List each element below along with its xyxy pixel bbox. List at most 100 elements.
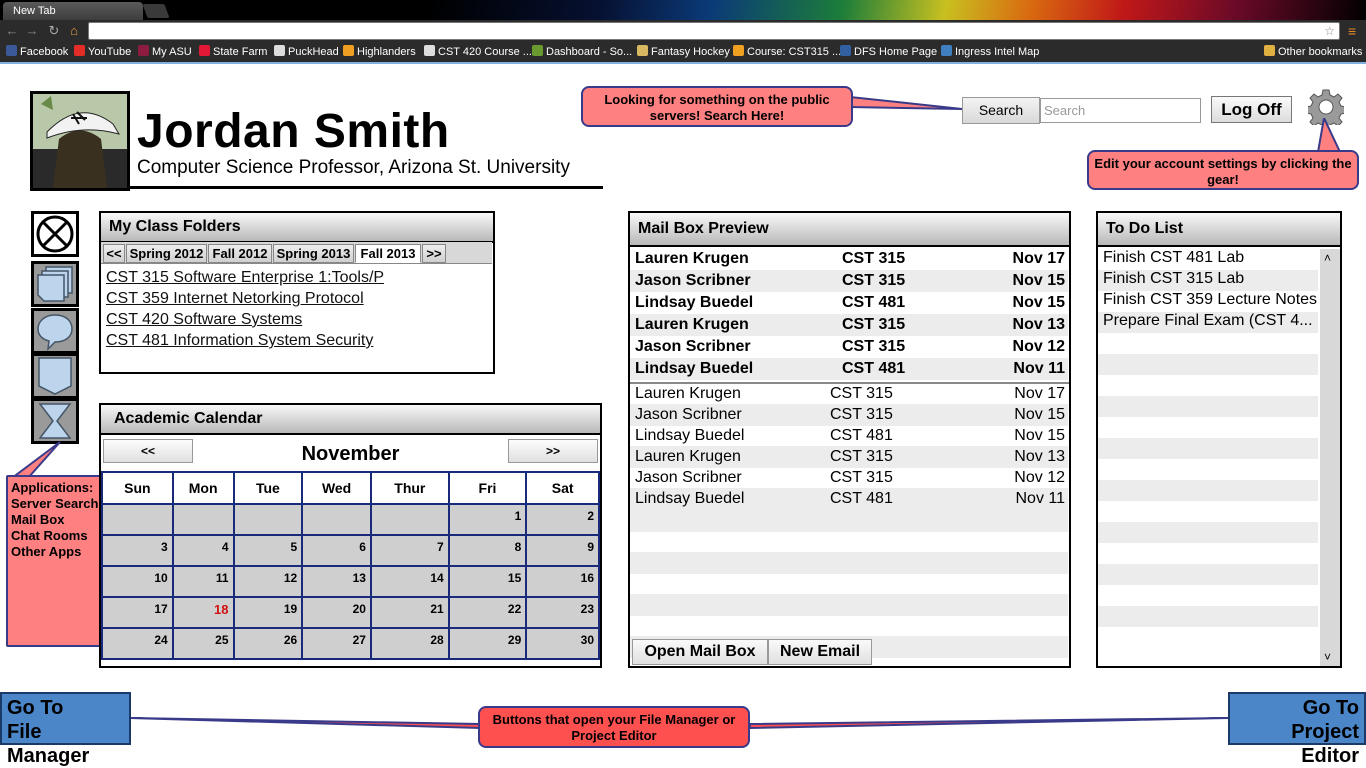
calendar-day[interactable]: 20 (301, 596, 372, 629)
calendar-day[interactable]: 7 (369, 534, 450, 567)
calendar-day[interactable]: 21 (369, 596, 450, 629)
tab-spring-2012[interactable]: Spring 2012 (126, 244, 207, 263)
callout-pointer (9, 441, 61, 479)
calendar-day[interactable]: 6 (301, 534, 372, 567)
logoff-button[interactable]: Log Off (1211, 96, 1292, 123)
open-mailbox-button[interactable]: Open Mail Box (632, 639, 768, 665)
bookmark-item[interactable]: Facebook (6, 45, 68, 58)
home-icon[interactable]: ⌂ (66, 23, 82, 39)
calendar-next-button[interactable]: >> (508, 439, 598, 463)
calendar-day[interactable]: 26 (232, 627, 304, 660)
bookmark-item[interactable]: My ASU (138, 45, 192, 58)
calendar-day[interactable] (101, 503, 174, 536)
calendar-day[interactable]: 15 (447, 565, 528, 598)
calendar-day[interactable]: 9 (525, 534, 600, 567)
class-folder-link[interactable]: CST 481 Information System Security (106, 332, 373, 350)
file-manager-button[interactable]: Go To File Manager (0, 692, 131, 767)
calendar-day[interactable]: 12 (232, 565, 304, 598)
calendar-day[interactable]: 24 (101, 627, 174, 660)
app-mailbox-button[interactable] (31, 261, 79, 307)
class-folder-link[interactable]: CST 315 Software Enterprise 1:Tools/P (106, 269, 384, 287)
project-editor-button[interactable]: Go To Project Editor (1228, 692, 1366, 767)
calendar-day[interactable]: 29 (447, 627, 528, 660)
new-tab-button[interactable] (142, 4, 170, 18)
calendar-day[interactable]: 23 (525, 596, 600, 629)
app-hourglass-button[interactable] (31, 398, 79, 444)
calendar-day[interactable]: 13 (301, 565, 372, 598)
search-input[interactable] (1040, 98, 1201, 123)
mail-row-read[interactable]: Lindsay Buedel CST 481 Nov 11 (630, 488, 1068, 510)
calendar-day[interactable]: 27 (301, 627, 372, 660)
folder-tabs-next-button[interactable]: >> (422, 244, 446, 263)
scroll-up-icon[interactable]: ˄ (1324, 251, 1331, 265)
calendar-day[interactable]: 4 (171, 534, 235, 567)
todo-item[interactable]: Prepare Final Exam (CST 4... (1098, 312, 1318, 333)
bookmark-item[interactable]: Highlanders (343, 45, 416, 58)
bookmark-star-icon[interactable]: ☆ (1324, 23, 1335, 39)
todo-item[interactable]: Finish CST 481 Lab (1098, 249, 1318, 270)
calendar-day[interactable]: 28 (369, 627, 450, 660)
calendar-day[interactable]: 11 (171, 565, 235, 598)
mail-row-read[interactable]: Lauren Krugen CST 315 Nov 13 (630, 446, 1068, 468)
tab-fall-2013[interactable]: Fall 2013 (355, 244, 421, 263)
calendar-day[interactable]: 30 (525, 627, 600, 660)
app-chat-rooms-button[interactable] (31, 308, 79, 354)
calendar-day[interactable]: 14 (369, 565, 450, 598)
mail-row-unread[interactable]: Lindsay Buedel CST 481 Nov 15 (630, 292, 1068, 314)
mail-row-read[interactable]: Jason Scribner CST 315 Nov 12 (630, 467, 1068, 489)
mail-row-unread[interactable]: Lauren Krugen CST 315 Nov 17 (630, 248, 1068, 270)
mail-row-unread[interactable]: Lindsay Buedel CST 481 Nov 11 (630, 358, 1068, 380)
mail-row-read[interactable]: Lindsay Buedel CST 481 Nov 15 (630, 425, 1068, 447)
search-button[interactable]: Search (962, 97, 1040, 124)
calendar-day[interactable]: 19 (232, 596, 304, 629)
browser-tab[interactable]: New Tab (3, 2, 143, 22)
scroll-down-icon[interactable]: ˅ (1324, 650, 1331, 664)
bookmark-item[interactable]: Dashboard - So... (532, 45, 632, 58)
class-folder-link[interactable]: CST 420 Software Systems (106, 311, 302, 329)
calendar-day[interactable]: 22 (447, 596, 528, 629)
bookmark-item[interactable]: State Farm (199, 45, 267, 58)
class-folder-link[interactable]: CST 359 Internet Netorking Protocol (106, 290, 364, 308)
calendar-day[interactable]: 17 (101, 596, 174, 629)
calendar-day[interactable]: 10 (101, 565, 174, 598)
other-bookmarks[interactable]: Other bookmarks (1264, 45, 1362, 58)
tab-spring-2013[interactable]: Spring 2013 (273, 244, 354, 263)
bookmark-item[interactable]: YouTube (74, 45, 131, 58)
calendar-day[interactable]: 16 (525, 565, 600, 598)
todo-item[interactable]: Finish CST 315 Lab (1098, 270, 1318, 291)
bookmark-item[interactable]: PuckHead (274, 45, 339, 58)
new-email-button[interactable]: New Email (768, 639, 872, 665)
calendar-day[interactable]: 5 (232, 534, 304, 567)
calendar-day-today[interactable]: 18 (171, 596, 235, 629)
bookmark-item[interactable]: DFS Home Page (840, 45, 937, 58)
calendar-day[interactable] (369, 503, 450, 536)
bookmark-item[interactable]: Ingress Intel Map (941, 45, 1039, 58)
browser-menu-icon[interactable]: ≡ (1348, 24, 1356, 38)
app-server-search-button[interactable] (31, 211, 79, 257)
mail-row-unread[interactable]: Jason Scribner CST 315 Nov 15 (630, 270, 1068, 292)
calendar-day[interactable]: 1 (447, 503, 528, 536)
calendar-day[interactable]: 25 (171, 627, 235, 660)
bookmark-item[interactable]: CST 420 Course ... (424, 45, 532, 58)
calendar-day[interactable]: 8 (447, 534, 528, 567)
address-bar[interactable]: ☆ (88, 22, 1340, 40)
forward-icon[interactable]: → (24, 23, 40, 39)
calendar-day[interactable] (232, 503, 304, 536)
todo-scrollbar[interactable]: ˄ ˅ (1320, 249, 1340, 666)
mail-row-unread[interactable]: Lauren Krugen CST 315 Nov 13 (630, 314, 1068, 336)
calendar-day[interactable] (171, 503, 235, 536)
folder-tabs-prev-button[interactable]: << (103, 244, 125, 263)
back-icon[interactable]: ← (4, 23, 20, 39)
todo-item[interactable]: Finish CST 359 Lecture Notes (1098, 291, 1318, 312)
reload-icon[interactable]: ↻ (46, 23, 62, 39)
calendar-day[interactable]: 2 (525, 503, 600, 536)
tab-fall-2012[interactable]: Fall 2012 (208, 244, 272, 263)
app-other-apps-button[interactable] (31, 353, 79, 399)
bookmark-item[interactable]: Course: CST315 ... (733, 45, 841, 58)
bookmark-item[interactable]: Fantasy Hockey (637, 45, 730, 58)
mail-row-unread[interactable]: Jason Scribner CST 315 Nov 12 (630, 336, 1068, 358)
mail-row-read[interactable]: Jason Scribner CST 315 Nov 15 (630, 404, 1068, 426)
calendar-day[interactable] (301, 503, 372, 536)
calendar-day[interactable]: 3 (101, 534, 174, 567)
mail-row-read[interactable]: Lauren Krugen CST 315 Nov 17 (630, 383, 1068, 405)
